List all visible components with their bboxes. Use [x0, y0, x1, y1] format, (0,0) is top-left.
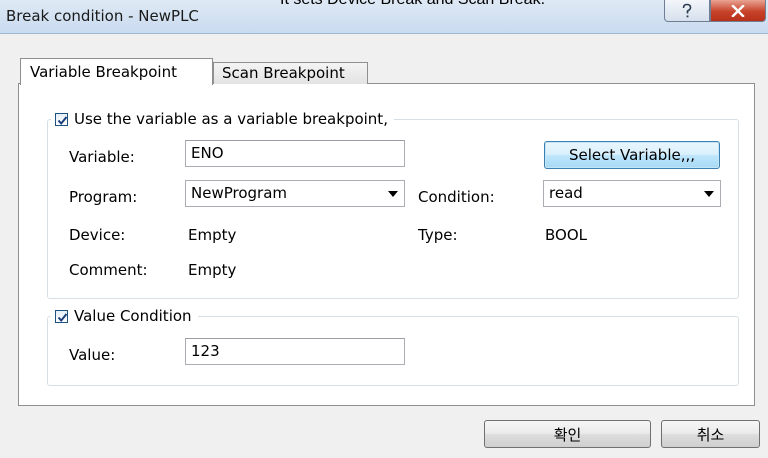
tab-variable-breakpoint[interactable]: Variable Breakpoint: [20, 58, 213, 85]
top-caption: It sets Device Break and Scan Break.: [280, 0, 545, 9]
condition-select[interactable]: read: [543, 180, 721, 207]
tab-scan-breakpoint[interactable]: Scan Breakpoint: [213, 62, 368, 84]
cancel-button[interactable]: 취소: [661, 420, 760, 448]
ok-button[interactable]: 확인: [484, 420, 651, 448]
chevron-down-icon: [388, 191, 398, 197]
window-title: Break condition - NewPLC: [6, 7, 199, 25]
variable-label: Variable:: [69, 148, 135, 166]
use-variable-checkbox[interactable]: [55, 112, 68, 126]
select-variable-button[interactable]: Select Variable,,,: [544, 141, 720, 169]
type-value: BOOL: [545, 226, 587, 244]
check-icon: [57, 312, 68, 322]
type-label: Type:: [418, 226, 458, 244]
condition-label: Condition:: [418, 188, 495, 206]
close-button[interactable]: [710, 0, 766, 22]
program-select[interactable]: NewProgram: [185, 180, 405, 207]
value-condition-checkbox[interactable]: [55, 309, 68, 323]
comment-value: Empty: [188, 261, 237, 279]
value-condition-checkbox-row[interactable]: Value Condition: [51, 306, 198, 326]
use-variable-label: Use the variable as a variable breakpoin…: [74, 110, 388, 128]
comment-label: Comment:: [69, 261, 148, 279]
help-button[interactable]: [664, 0, 710, 22]
variable-input[interactable]: ENO: [185, 140, 405, 167]
use-variable-checkbox-row[interactable]: Use the variable as a variable breakpoin…: [51, 109, 394, 129]
help-icon: [682, 3, 692, 17]
close-icon: [731, 4, 745, 17]
chevron-down-icon: [704, 191, 714, 197]
check-icon: [57, 115, 68, 125]
value-input[interactable]: 123: [185, 338, 405, 365]
device-value: Empty: [188, 226, 237, 244]
condition-value: read: [549, 184, 583, 202]
device-label: Device:: [69, 226, 126, 244]
program-value: NewProgram: [191, 184, 288, 202]
value-label: Value:: [69, 346, 116, 364]
program-label: Program:: [69, 188, 138, 206]
value-condition-label: Value Condition: [74, 307, 192, 325]
